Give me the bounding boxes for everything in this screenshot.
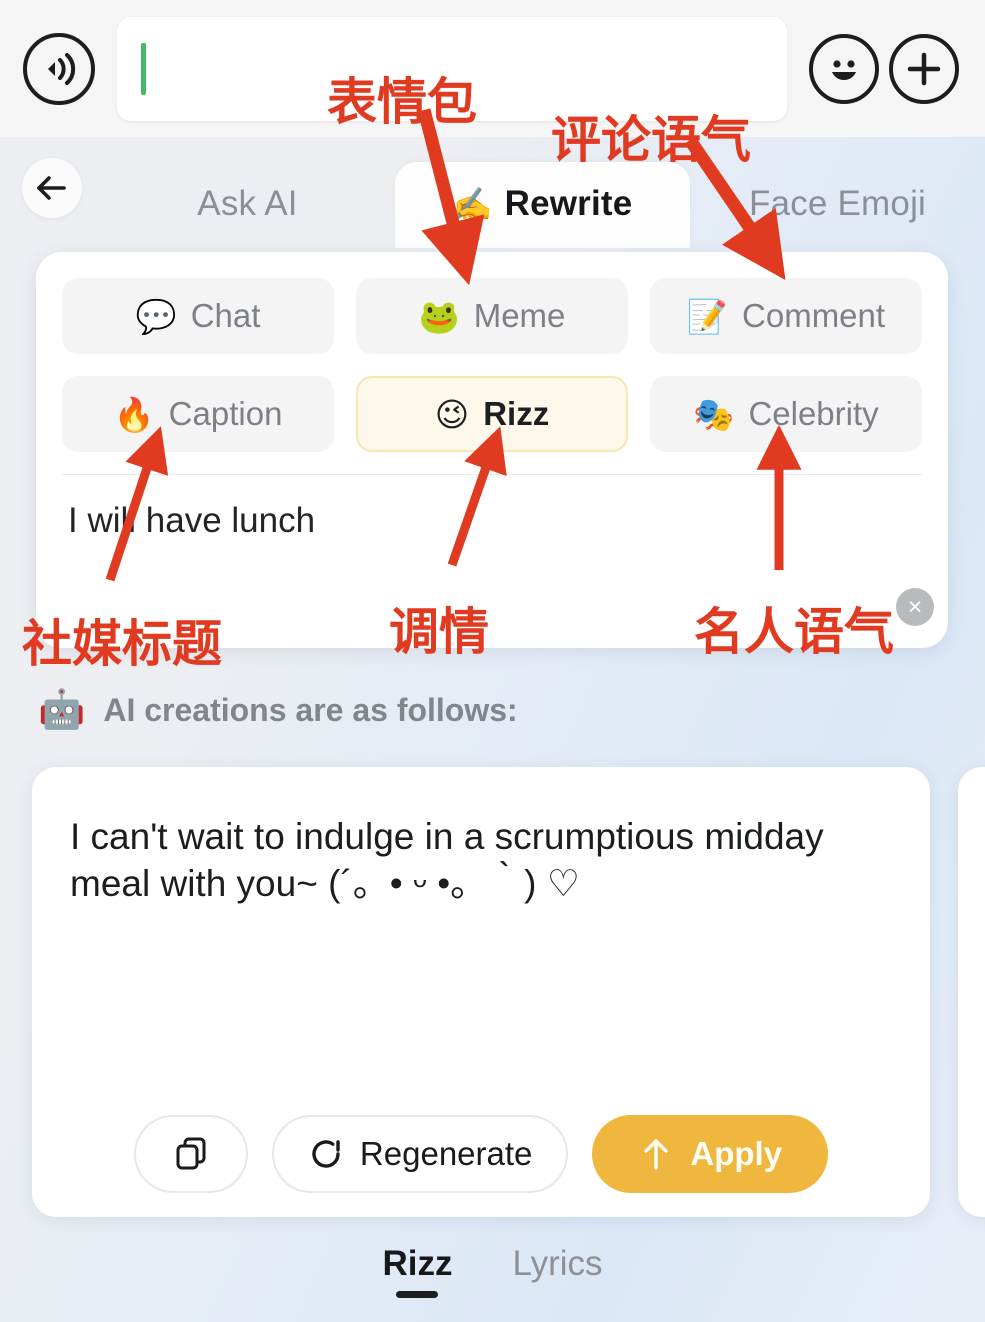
tab-face-emoji-label: Face Emoji xyxy=(748,184,927,223)
style-chip-grid: 💬 Chat 🐸 Meme 📝 Comment 🔥 Caption 😉 Rizz… xyxy=(36,252,948,452)
composer-input-text[interactable]: I will have lunch xyxy=(36,475,948,541)
chip-celebrity[interactable]: 🎭 Celebrity xyxy=(650,376,922,452)
chip-chat[interactable]: 💬 Chat xyxy=(62,278,334,354)
chip-celebrity-label: Celebrity xyxy=(748,395,879,432)
result-card-carousel[interactable]: I can't wait to indulge in a scrumptious… xyxy=(32,767,985,1217)
bottom-tab-rizz-label: Rizz xyxy=(382,1244,453,1283)
voice-wave-icon[interactable] xyxy=(23,32,95,105)
app-root: Ask AI ✍️ Rewrite Face Emoji 💬 Chat 🐸 Me… xyxy=(0,0,985,1322)
bottom-tab-lyrics-label: Lyrics xyxy=(512,1244,603,1283)
winking-face-icon: 😉 xyxy=(434,395,470,433)
arrow-up-icon xyxy=(644,1139,669,1170)
frog-icon: 🐸 xyxy=(418,297,460,335)
bottom-tab-bar: Rizz Lyrics xyxy=(0,1244,985,1300)
apply-button[interactable]: Apply xyxy=(592,1115,829,1193)
tab-ask-ai[interactable]: Ask AI xyxy=(100,184,395,248)
message-input[interactable] xyxy=(117,16,787,121)
bottom-tab-lyrics[interactable]: Lyrics xyxy=(512,1244,602,1300)
result-card-next-peek[interactable] xyxy=(958,767,985,1217)
chat-input-bar xyxy=(0,0,985,137)
apply-label: Apply xyxy=(690,1135,783,1172)
tab-face-emoji[interactable]: Face Emoji xyxy=(690,184,985,248)
chip-comment[interactable]: 📝 Comment xyxy=(650,278,922,354)
tab-rewrite-label: Rewrite xyxy=(504,184,633,223)
tab-rewrite[interactable]: ✍️ Rewrite xyxy=(395,162,690,248)
chip-rizz[interactable]: 😉 Rizz xyxy=(356,376,628,452)
text-caret xyxy=(141,42,146,95)
refresh-icon xyxy=(312,1140,340,1168)
nav-tab-bar: Ask AI ✍️ Rewrite Face Emoji xyxy=(0,150,985,248)
ai-creations-label: 🤖 AI creations are as follows: xyxy=(38,688,518,732)
back-arrow-icon[interactable] xyxy=(22,158,82,218)
chip-rizz-label: Rizz xyxy=(483,395,550,432)
fire-icon: 🔥 xyxy=(113,395,155,433)
chip-comment-label: Comment xyxy=(742,297,886,334)
smiley-face-icon[interactable] xyxy=(809,33,879,104)
speech-balloon-icon: 💬 xyxy=(135,297,177,335)
result-card-text: I can't wait to indulge in a scrumptious… xyxy=(70,816,824,905)
chip-meme[interactable]: 🐸 Meme xyxy=(356,278,628,354)
result-card: I can't wait to indulge in a scrumptious… xyxy=(32,767,930,1217)
plus-icon[interactable] xyxy=(889,33,959,104)
regenerate-label: Regenerate xyxy=(359,1135,533,1172)
chip-meme-label: Meme xyxy=(473,297,566,334)
close-icon[interactable]: × xyxy=(896,588,934,626)
regenerate-button[interactable]: Regenerate xyxy=(271,1115,569,1193)
performing-arts-icon: 🎭 xyxy=(693,395,735,433)
result-card-actions: Regenerate Apply xyxy=(32,1115,930,1193)
ai-creations-label-text: AI creations are as follows: xyxy=(103,691,518,728)
composer-card: 💬 Chat 🐸 Meme 📝 Comment 🔥 Caption 😉 Rizz… xyxy=(36,252,948,648)
chip-caption[interactable]: 🔥 Caption xyxy=(62,376,334,452)
robot-icon: 🤖 xyxy=(38,689,86,731)
chip-chat-label: Chat xyxy=(190,297,261,334)
bottom-tab-rizz[interactable]: Rizz xyxy=(382,1244,452,1300)
tab-ask-ai-label: Ask AI xyxy=(197,184,298,223)
chip-caption-label: Caption xyxy=(168,395,283,432)
copy-icon xyxy=(176,1137,206,1170)
memo-icon: 📝 xyxy=(686,297,729,335)
writing-hand-icon: ✍️ xyxy=(452,186,493,222)
copy-button[interactable] xyxy=(133,1115,248,1193)
